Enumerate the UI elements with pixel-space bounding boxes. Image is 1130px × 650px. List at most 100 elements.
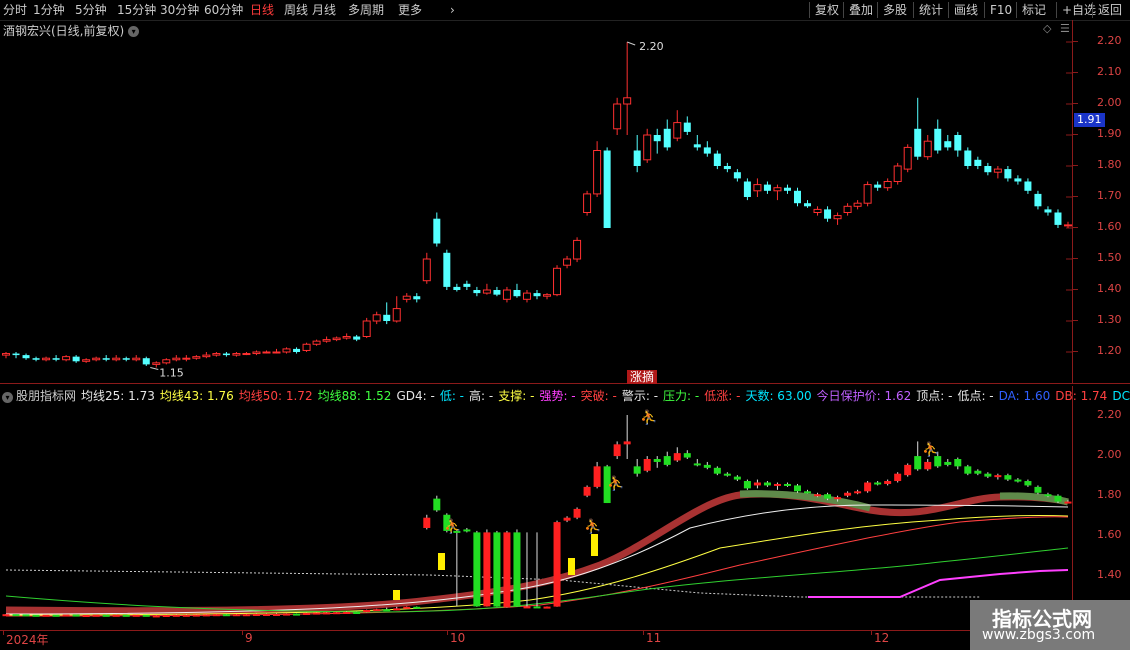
main-y-tick-mark xyxy=(1072,351,1078,352)
main-y-tick: 2.10 xyxy=(1097,65,1122,78)
indicator-item-15: 顶点: - xyxy=(916,389,953,403)
ind-candle-body xyxy=(62,614,70,617)
candle-body xyxy=(833,215,842,220)
toolbar-button-8[interactable]: 返回 xyxy=(1092,2,1122,18)
candle-body xyxy=(824,209,832,219)
ind-candle-body xyxy=(924,461,932,470)
main-y-tick: 1.50 xyxy=(1097,251,1122,264)
ind-candle-body xyxy=(613,444,621,457)
zhangting-label: 涨摘 xyxy=(627,370,658,384)
candle-body xyxy=(583,193,592,213)
candle-body xyxy=(713,153,721,166)
ind-candle-body xyxy=(273,614,281,616)
ind-candle-body xyxy=(954,459,962,467)
ind-candle-body xyxy=(493,532,501,607)
candle-body xyxy=(1054,212,1062,225)
ind-candle-body xyxy=(132,614,140,617)
ind-candle-body xyxy=(293,613,301,616)
main-y-axis-line xyxy=(1072,20,1073,383)
candle-body xyxy=(593,150,602,195)
ind-candle-body xyxy=(363,610,371,612)
ind-candle-body xyxy=(804,491,812,494)
indicator-item-1: 均线43: 1.76 xyxy=(159,389,234,403)
ind-candle-body xyxy=(92,614,100,617)
ind-candle-body xyxy=(403,606,411,609)
indicator-y-tick: 1.40 xyxy=(1097,568,1122,581)
candle-body xyxy=(252,351,261,355)
candle-body xyxy=(843,205,852,214)
candle-body xyxy=(32,358,40,360)
candle-body xyxy=(743,181,751,197)
candle-body xyxy=(92,357,101,361)
signal-bar xyxy=(438,553,445,570)
runner-icon: ⛹ xyxy=(922,440,939,458)
ind-candle-body xyxy=(513,532,521,607)
candle-body xyxy=(122,358,130,360)
candle-body xyxy=(643,134,652,161)
ind-candle-body xyxy=(303,613,311,615)
ind-candle-body xyxy=(252,614,260,616)
candle-body xyxy=(272,351,281,354)
ind-candle-body xyxy=(343,612,351,614)
main-y-tick: 1.80 xyxy=(1097,158,1122,171)
ind-candle-body xyxy=(904,464,912,476)
candle-body xyxy=(502,289,511,300)
ind-candle-body xyxy=(162,615,170,617)
ind-candle-body xyxy=(182,614,190,617)
candle-body xyxy=(653,135,661,142)
candle-body xyxy=(362,320,371,337)
low-marker-line xyxy=(150,367,159,370)
ind-candle-body xyxy=(844,492,852,496)
candle-body xyxy=(903,146,912,170)
indicator-item-3: 均线88: 1.52 xyxy=(317,389,392,403)
main-y-tick: 2.00 xyxy=(1097,96,1122,109)
candle-body xyxy=(673,122,682,139)
indicator-item-18: DB: 1.74 xyxy=(1055,389,1108,403)
main-y-tick-mark xyxy=(1072,289,1078,290)
candle-body xyxy=(232,353,241,356)
candle-body xyxy=(422,258,431,282)
ind-candle-body xyxy=(543,606,551,609)
ind-candle-body xyxy=(373,609,381,612)
ind-candle-body xyxy=(864,482,872,492)
ind-candle-body xyxy=(523,606,531,609)
candle-body xyxy=(733,172,741,179)
indicator-y-tick: 2.00 xyxy=(1097,448,1122,461)
ind-candle-body xyxy=(192,614,200,617)
x-tick xyxy=(871,630,872,635)
ind-candle-body xyxy=(653,459,661,462)
indicator-item-8: 强势: - xyxy=(539,389,576,403)
indicator-item-17: DA: 1.60 xyxy=(998,389,1051,403)
main-y-tick: 1.60 xyxy=(1097,220,1122,233)
candle-body xyxy=(212,353,221,356)
indicator-item-9: 突破: - xyxy=(580,389,617,403)
candle-body xyxy=(533,293,541,297)
ind-candle-body xyxy=(242,614,250,617)
ind-candle-body xyxy=(834,497,842,500)
x-label: 2024年 xyxy=(6,633,49,647)
candle-body xyxy=(383,314,391,321)
candle-body xyxy=(372,314,381,322)
candle-body xyxy=(934,128,942,151)
candle-body xyxy=(883,181,892,189)
signal-bar xyxy=(393,590,400,600)
ind-candle-body xyxy=(874,482,882,485)
ind-candle-body xyxy=(463,529,471,532)
ind-candle-body xyxy=(383,609,391,612)
ind-candle-body xyxy=(884,481,892,484)
ind-candle-body xyxy=(22,614,30,617)
candlestick-chart[interactable]: 2.20 1.15 ⛹ ⛹ ⛹ ⛹ ⛹ xyxy=(0,0,1072,630)
candle-body xyxy=(443,252,451,287)
indicator-item-5: 低: - xyxy=(439,389,465,403)
ind-candle-body xyxy=(673,453,681,461)
main-y-tick-mark xyxy=(1072,165,1078,166)
ind-candle-body xyxy=(12,614,20,617)
candle-body xyxy=(623,97,632,105)
ind-candle-body xyxy=(974,470,982,474)
ind-candle-body xyxy=(232,614,240,617)
indicator-legend: ▾ 股朋指标网 均线25: 1.73 均线43: 1.76 均线50: 1.72 均线88… xyxy=(2,387,1130,404)
chevron-down-icon[interactable]: ▾ xyxy=(2,392,13,403)
indicator-title: 股朋指标网 xyxy=(16,389,77,403)
ind-candle-body xyxy=(413,606,421,609)
candle-body xyxy=(723,166,731,170)
